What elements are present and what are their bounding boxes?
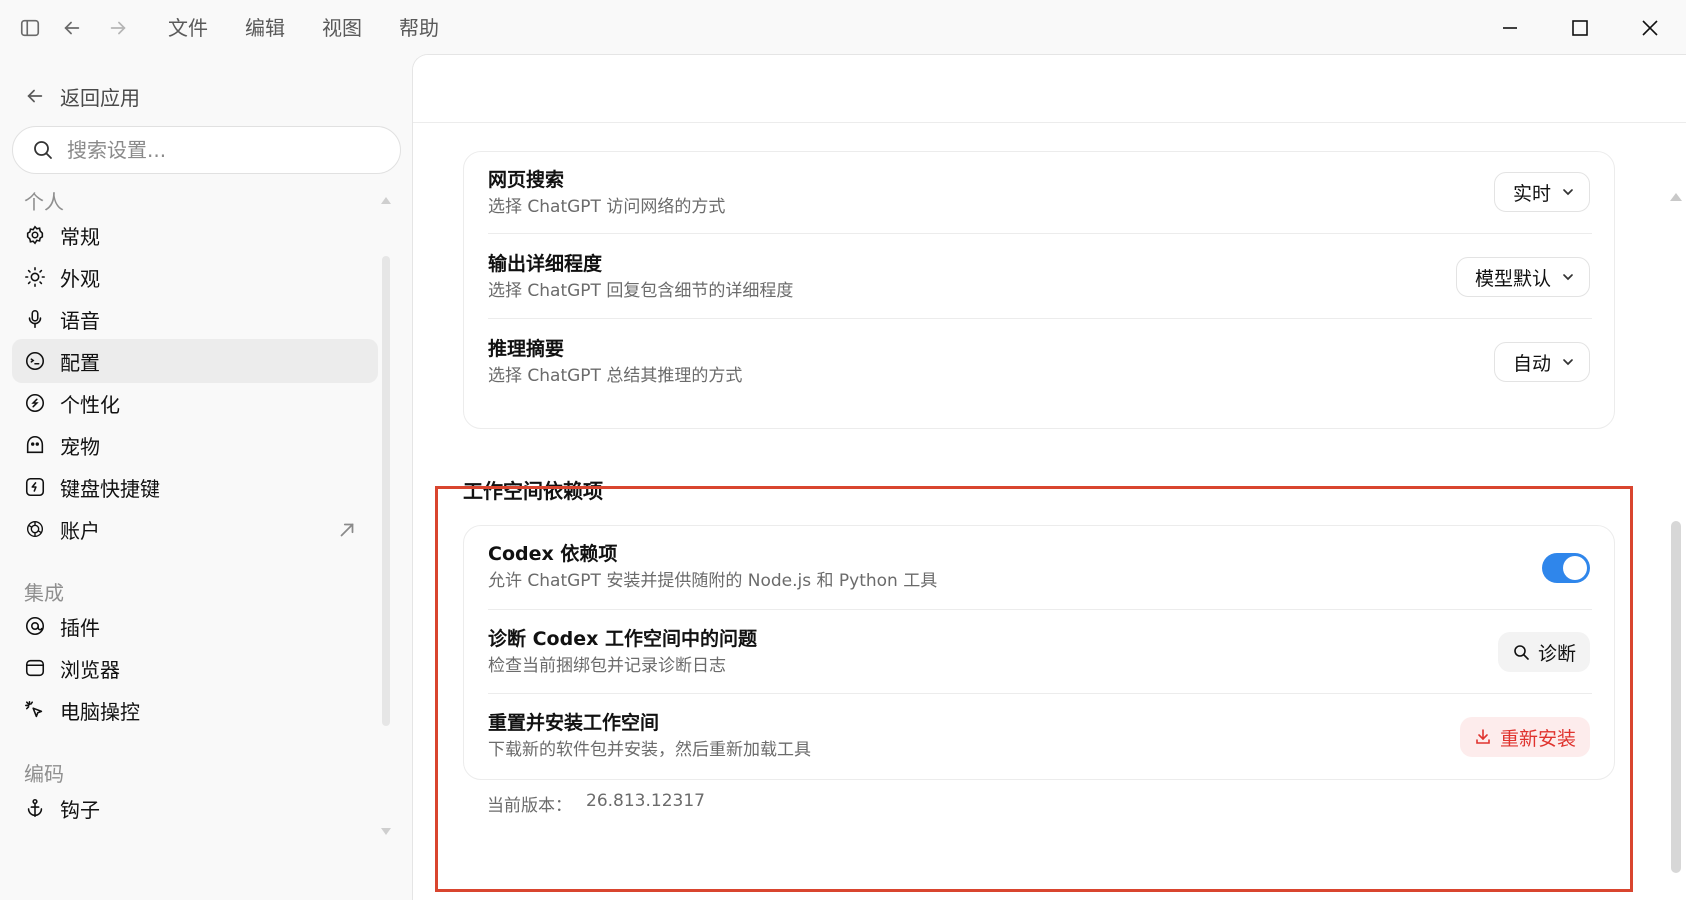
sidebar-item-pet[interactable]: 宠物 bbox=[12, 423, 378, 467]
menu-edit[interactable]: 编辑 bbox=[245, 14, 322, 42]
highlight-box bbox=[435, 486, 1633, 892]
sidebar-item-account[interactable]: 账户 bbox=[12, 507, 378, 551]
settings-content-panel: 网页搜索 选择 ChatGPT 访问网络的方式 实时 输出详细程度 选择 Cha… bbox=[412, 54, 1686, 900]
chevron-down-icon bbox=[1563, 359, 1573, 366]
sidebar-item-label: 外观 bbox=[60, 266, 100, 291]
sidebar-item-browser[interactable]: 浏览器 bbox=[12, 646, 378, 690]
main-scrollbar[interactable] bbox=[1671, 521, 1681, 873]
anchor-icon bbox=[27, 798, 43, 818]
maximize-button[interactable] bbox=[1564, 14, 1596, 42]
menu-bar: 文件 编辑 视图 帮助 bbox=[168, 14, 476, 42]
sidebar-item-computer-use[interactable]: 电脑操控 bbox=[12, 688, 378, 732]
microphone-icon bbox=[28, 309, 42, 329]
back-to-app-link[interactable]: 返回应用 bbox=[24, 76, 140, 116]
sidebar-item-label: 语音 bbox=[60, 308, 100, 333]
pet-icon bbox=[26, 435, 44, 454]
section-label-personal: 个人 bbox=[24, 190, 64, 214]
minimize-button[interactable] bbox=[1494, 14, 1526, 42]
divider bbox=[488, 318, 1592, 319]
browser-icon bbox=[25, 659, 45, 677]
title-bar: 文件 编辑 视图 帮助 bbox=[0, 0, 1686, 56]
sidebar-item-label: 个性化 bbox=[60, 392, 120, 417]
menu-file[interactable]: 文件 bbox=[168, 14, 245, 42]
web-search-title: 网页搜索 bbox=[488, 169, 565, 191]
scroll-down-arrow-icon[interactable] bbox=[380, 822, 392, 835]
sidebar-item-plugins[interactable]: 插件 bbox=[12, 604, 378, 648]
section-label-integrations: 集成 bbox=[24, 581, 64, 605]
sidebar-item-profile[interactable]: 配置 bbox=[12, 339, 378, 383]
back-to-app-label: 返回应用 bbox=[60, 85, 140, 110]
verbosity-title: 输出详细程度 bbox=[488, 253, 603, 275]
forward-arrow-icon[interactable] bbox=[104, 14, 132, 42]
sidebar-item-label: 配置 bbox=[60, 350, 100, 375]
chevron-down-icon bbox=[1563, 189, 1573, 196]
reasoning-row: 推理摘要 选择 ChatGPT 总结其推理的方式 bbox=[488, 335, 1592, 389]
sidebar-item-hooks[interactable]: 钩子 bbox=[12, 786, 378, 830]
profile-icon bbox=[25, 351, 45, 371]
plugin-icon bbox=[25, 616, 45, 636]
gear-icon bbox=[26, 225, 44, 245]
sidebar-item-label: 插件 bbox=[60, 615, 100, 640]
sidebar-item-voice[interactable]: 语音 bbox=[12, 297, 378, 341]
section-label-coding: 编码 bbox=[24, 762, 64, 786]
settings-search[interactable] bbox=[12, 126, 401, 174]
sidebar-item-personalization[interactable]: 个性化 bbox=[12, 381, 378, 425]
main-scroll-up-arrow-icon[interactable] bbox=[1669, 187, 1683, 201]
keyboard-icon bbox=[25, 477, 45, 497]
search-icon bbox=[34, 141, 52, 159]
settings-sidebar: 返回应用 个人 常规 外观 语音 配置 个性化 宠物 键盘快捷键 账户 集 bbox=[0, 56, 412, 900]
verbosity-row: 输出详细程度 选择 ChatGPT 回复包含细节的详细程度 bbox=[488, 250, 1592, 304]
chevron-down-icon bbox=[1563, 274, 1573, 281]
verbosity-subtitle: 选择 ChatGPT 回复包含细节的详细程度 bbox=[488, 281, 794, 301]
sidebar-item-label: 钩子 bbox=[60, 797, 100, 822]
scroll-up-arrow-icon[interactable] bbox=[380, 190, 392, 204]
search-input[interactable] bbox=[67, 138, 367, 162]
sidebar-item-label: 宠物 bbox=[60, 434, 100, 459]
reasoning-subtitle: 选择 ChatGPT 总结其推理的方式 bbox=[488, 366, 743, 386]
personalize-icon bbox=[25, 393, 45, 413]
verbosity-select[interactable]: 模型默认 bbox=[1455, 257, 1590, 297]
arrow-left-icon bbox=[27, 89, 43, 103]
sidebar-item-label: 键盘快捷键 bbox=[60, 476, 160, 501]
sidebar-item-label: 浏览器 bbox=[60, 657, 120, 682]
menu-view[interactable]: 视图 bbox=[322, 14, 399, 42]
external-link-icon bbox=[340, 523, 354, 537]
sidebar-item-label: 常规 bbox=[60, 224, 100, 249]
sun-icon bbox=[25, 267, 45, 287]
verbosity-value: 模型默认 bbox=[1474, 267, 1551, 290]
sidebar-item-label: 电脑操控 bbox=[60, 699, 140, 724]
sidebar-item-keyboard-shortcuts[interactable]: 键盘快捷键 bbox=[12, 465, 378, 509]
openai-icon bbox=[26, 520, 44, 538]
menu-help[interactable]: 帮助 bbox=[399, 14, 476, 42]
model-settings-card: 网页搜索 选择 ChatGPT 访问网络的方式 实时 输出详细程度 选择 Cha… bbox=[463, 151, 1615, 429]
reasoning-value: 自动 bbox=[1512, 352, 1551, 375]
web-search-value: 实时 bbox=[1512, 182, 1551, 205]
reasoning-select[interactable]: 自动 bbox=[1493, 342, 1590, 382]
cursor-icon bbox=[25, 700, 43, 718]
reasoning-title: 推理摘要 bbox=[488, 338, 565, 360]
web-search-subtitle: 选择 ChatGPT 访问网络的方式 bbox=[488, 197, 726, 217]
web-search-row: 网页搜索 选择 ChatGPT 访问网络的方式 bbox=[488, 166, 1592, 220]
sidebar-item-label: 账户 bbox=[60, 518, 100, 543]
sidebar-item-general[interactable]: 常规 bbox=[12, 213, 378, 257]
close-button[interactable] bbox=[1634, 14, 1666, 42]
sidebar-item-appearance[interactable]: 外观 bbox=[12, 255, 378, 299]
sidebar-scrollbar[interactable] bbox=[382, 256, 390, 726]
web-search-select[interactable]: 实时 bbox=[1493, 172, 1590, 212]
sidebar-toggle-icon[interactable] bbox=[16, 14, 44, 42]
divider bbox=[488, 233, 1592, 234]
content-header bbox=[413, 55, 1686, 123]
back-arrow-icon[interactable] bbox=[58, 14, 86, 42]
